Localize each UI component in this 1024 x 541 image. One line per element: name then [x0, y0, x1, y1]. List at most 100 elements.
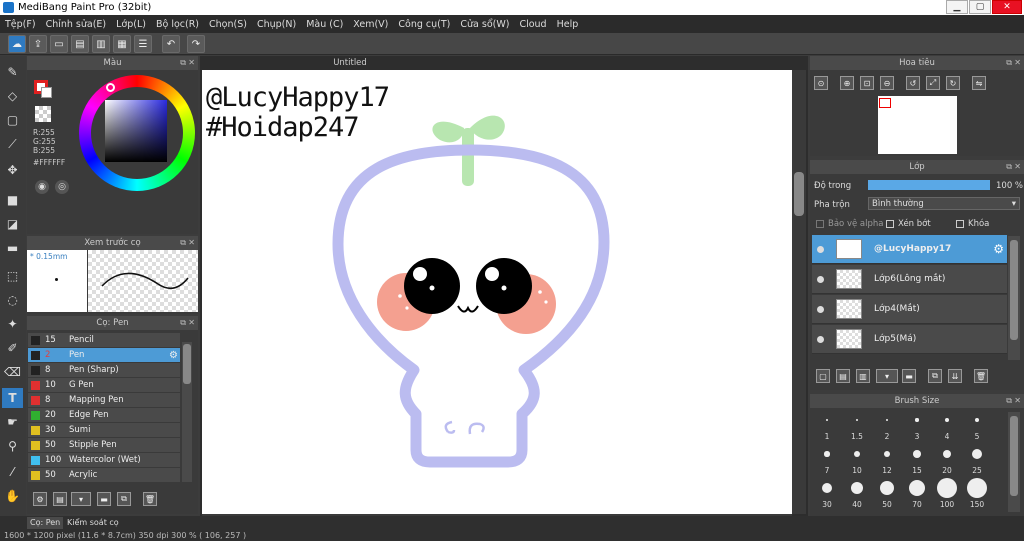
close-panel-icon[interactable]: ✕	[1014, 396, 1021, 405]
brush-item[interactable]: 50 Acrylic	[28, 468, 180, 483]
eye-icon[interactable]	[817, 305, 824, 313]
fit-window-icon[interactable]: ⤢	[926, 76, 940, 90]
document-icon[interactable]: ▥	[92, 35, 110, 53]
menu-snap[interactable]: Chụp(N)	[252, 19, 301, 30]
close-panel-icon[interactable]: ✕	[188, 318, 195, 327]
menu-help[interactable]: Help	[552, 19, 584, 30]
brush-item[interactable]: 2 Pen ⚙	[28, 348, 180, 363]
text-tool-icon[interactable]: T	[2, 388, 23, 408]
brush-item[interactable]: 100 Watercolor (Wet)	[28, 453, 180, 468]
folder-icon[interactable]: ▬	[97, 492, 111, 506]
brush-size-cell[interactable]	[812, 444, 842, 464]
delete-layer-icon[interactable]: 🗑	[974, 369, 988, 383]
brush-type-icon[interactable]: ▾	[71, 492, 91, 506]
rotate-right-icon[interactable]: ↻	[946, 76, 960, 90]
new-layer-icon[interactable]: ▢	[816, 369, 830, 383]
brush-size-cell[interactable]	[902, 478, 932, 498]
select-eraser-icon[interactable]: ⌫	[2, 362, 23, 382]
add-brush-icon[interactable]: ▤	[53, 492, 67, 506]
layer-type-icon[interactable]: ▾	[876, 369, 898, 383]
duplicate-layer-icon[interactable]: ⧉	[928, 369, 942, 383]
layer-scrollbar[interactable]	[1008, 236, 1020, 360]
brush-size-cell[interactable]	[872, 410, 902, 430]
brush-item[interactable]: 30 Sumi	[28, 423, 180, 438]
gear-icon[interactable]: ⚙	[169, 350, 178, 361]
close-panel-icon[interactable]: ✕	[1014, 58, 1021, 67]
protect-alpha-checkbox[interactable]	[816, 220, 824, 228]
brush-settings-icon[interactable]: ⚙	[33, 492, 47, 506]
blend-mode-select[interactable]: Bình thường ▾	[868, 197, 1020, 210]
zoom-fit-icon[interactable]: ⊙	[814, 76, 828, 90]
share-icon[interactable]: ⇪	[29, 35, 47, 53]
opacity-slider[interactable]	[868, 180, 990, 190]
palette-icon[interactable]: ◉	[35, 180, 49, 194]
comment-icon[interactable]: ▭	[50, 35, 68, 53]
menu-window[interactable]: Cửa sổ(W)	[455, 19, 514, 30]
select-rect-icon[interactable]: ⬚	[2, 266, 23, 286]
drawing-canvas[interactable]: @LucyHappy17 #Hoidap247	[202, 70, 792, 514]
menu-filter[interactable]: Bộ lọc(R)	[151, 19, 204, 30]
brush-size-cell[interactable]	[842, 444, 872, 464]
maximize-button[interactable]: ▢	[969, 0, 991, 14]
undo-icon[interactable]: ↶	[162, 35, 180, 53]
grid-icon[interactable]: ▦	[113, 35, 131, 53]
brush-size-cell[interactable]	[962, 478, 992, 498]
minimize-button[interactable]: ▁	[946, 0, 968, 14]
hue-cursor[interactable]	[106, 83, 115, 92]
navigator-thumbnail[interactable]	[878, 96, 957, 154]
bucket-icon[interactable]: ◪	[2, 214, 23, 234]
menu-edit[interactable]: Chỉnh sửa(E)	[41, 19, 112, 30]
new-8bit-layer-icon[interactable]: ▥	[856, 369, 870, 383]
cloud-icon[interactable]: ☁	[8, 35, 26, 53]
rotate-left-icon[interactable]: ↺	[906, 76, 920, 90]
menu-view[interactable]: Xem(V)	[348, 19, 393, 30]
brush-item[interactable]: 50 Stipple Pen	[28, 438, 180, 453]
magic-wand-icon[interactable]: ✦	[2, 314, 23, 334]
close-panel-icon[interactable]: ✕	[1014, 162, 1021, 171]
flip-icon[interactable]: ⇋	[972, 76, 986, 90]
zoom-actual-icon[interactable]: ⊡	[860, 76, 874, 90]
hand-tool-icon[interactable]: ✋	[2, 486, 23, 506]
brush-size-cell[interactable]	[962, 444, 992, 464]
brush-item[interactable]: 20 Edge Pen	[28, 408, 180, 423]
merge-layer-icon[interactable]: ⇊	[948, 369, 962, 383]
saturation-square[interactable]	[105, 100, 167, 162]
popout-icon[interactable]: ⧉	[180, 238, 186, 248]
menu-layer[interactable]: Lớp(L)	[111, 19, 151, 30]
move-tool-icon[interactable]: ✥	[2, 160, 23, 180]
secondary-color-swatch[interactable]	[41, 87, 52, 98]
dropper-tool-icon[interactable]: ⚲	[2, 436, 23, 456]
menu-file[interactable]: Tệp(F)	[0, 19, 41, 30]
brush-size-cell[interactable]	[932, 410, 962, 430]
eye-icon[interactable]	[817, 245, 824, 253]
line-tool-icon[interactable]: ⟋	[2, 134, 23, 154]
menu-cloud[interactable]: Cloud	[514, 19, 551, 30]
redo-icon[interactable]: ↷	[187, 35, 205, 53]
eye-icon[interactable]	[817, 275, 824, 283]
layer-row[interactable]: Lớp4(Mắt)	[812, 295, 1007, 324]
eyedropper-icon[interactable]: ⁄	[2, 462, 23, 482]
list-icon[interactable]: ☰	[134, 35, 152, 53]
canvas-vertical-scrollbar[interactable]	[792, 70, 806, 514]
close-panel-icon[interactable]: ✕	[188, 238, 195, 247]
gradient-icon[interactable]: ▬	[2, 238, 23, 258]
menu-select[interactable]: Chọn(S)	[204, 19, 252, 30]
layer-row[interactable]: @LucyHappy17 ⚙	[812, 235, 1007, 264]
gear-icon[interactable]: ⚙	[993, 242, 1004, 256]
palette-add-icon[interactable]: ◎	[55, 180, 69, 194]
layer-row[interactable]: Lớp5(Má)	[812, 325, 1007, 354]
tab-brush[interactable]: Cọ: Pen	[27, 517, 64, 529]
brush-size-cell[interactable]	[902, 410, 932, 430]
clipping-checkbox[interactable]	[886, 220, 894, 228]
new-halftone-layer-icon[interactable]: ▤	[836, 369, 850, 383]
close-button[interactable]: ✕	[992, 0, 1022, 14]
select-pen-icon[interactable]: ✐	[2, 338, 23, 358]
trash-icon[interactable]: 🗑	[143, 492, 157, 506]
operation-tool-icon[interactable]: ☛	[2, 412, 23, 432]
layer-folder-icon[interactable]: ▬	[902, 369, 916, 383]
brush-size-cell[interactable]	[932, 478, 962, 498]
lasso-icon[interactable]: ◌	[2, 290, 23, 310]
lock-checkbox[interactable]	[956, 220, 964, 228]
page-icon[interactable]: ▤	[71, 35, 89, 53]
brush-size-cell[interactable]	[842, 478, 872, 498]
